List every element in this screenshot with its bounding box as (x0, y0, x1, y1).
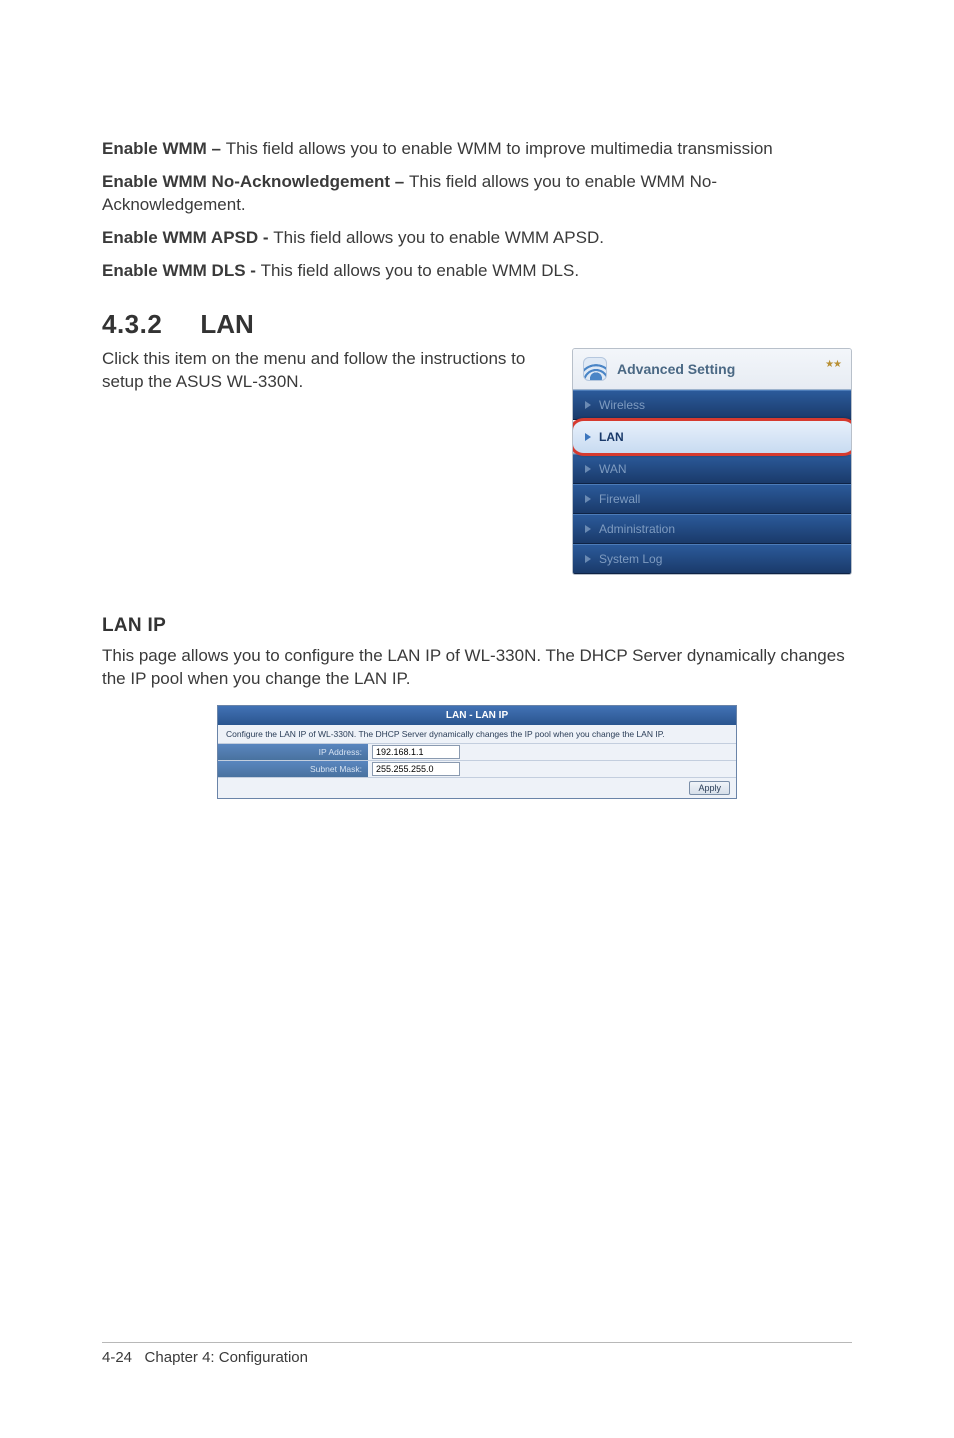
lanip-panel-title: LAN - LAN IP (218, 706, 736, 725)
subnet-mask-input[interactable] (372, 762, 460, 776)
def-1: Enable WMM – This field allows you to en… (102, 138, 852, 161)
apply-button[interactable]: Apply (689, 781, 730, 795)
page-footer: 4-24 Chapter 4: Configuration (102, 1342, 852, 1366)
menu-item-label: LAN (599, 430, 624, 444)
chevron-right-icon (585, 465, 591, 473)
menu-header: Advanced Setting ★★ (573, 349, 851, 389)
def-4-term: Enable WMM DLS - (102, 261, 261, 280)
section-heading: 4.3.2 LAN (102, 309, 852, 340)
lanip-heading: LAN IP (102, 615, 852, 637)
section-title: LAN (200, 309, 253, 340)
def-2: Enable WMM No-Acknowledgement – This fie… (102, 171, 852, 217)
chevron-right-icon (585, 555, 591, 563)
menu-item-label: System Log (599, 552, 662, 566)
def-1-desc: This field allows you to enable WMM to i… (226, 139, 773, 158)
chevron-right-icon (585, 495, 591, 503)
lanip-subnet-value-cell (368, 762, 736, 776)
menu-item-label: Administration (599, 522, 675, 536)
chevron-right-icon (585, 401, 591, 409)
menu-header-title: Advanced Setting (617, 361, 735, 377)
lanip-apply-row: Apply (218, 778, 736, 798)
lanip-ip-value-cell (368, 745, 736, 759)
menu-item-firewall[interactable]: Firewall (573, 484, 851, 514)
lanip-ip-label: IP Address: (218, 744, 368, 760)
menu-item-wan[interactable]: WAN (573, 454, 851, 484)
menu-item-lan[interactable]: LAN (573, 420, 851, 454)
def-3-term: Enable WMM APSD - (102, 228, 273, 247)
def-3-desc: This field allows you to enable WMM APSD… (273, 228, 604, 247)
lanip-panel: LAN - LAN IP Configure the LAN IP of WL-… (217, 705, 737, 799)
stars-icon: ★★ (825, 359, 841, 370)
def-4: Enable WMM DLS - This field allows you t… (102, 260, 852, 283)
footer-page: 4-24 (102, 1349, 132, 1366)
lanip-subnet-label: Subnet Mask: (218, 761, 368, 777)
footer-chapter: Chapter 4: Configuration (145, 1349, 308, 1366)
menu-item-label: Wireless (599, 398, 645, 412)
def-3: Enable WMM APSD - This field allows you … (102, 227, 852, 250)
chevron-right-icon (585, 525, 591, 533)
menu-item-administration[interactable]: Administration (573, 514, 851, 544)
def-1-term: Enable WMM – (102, 139, 226, 158)
menu-item-wireless[interactable]: Wireless (573, 390, 851, 420)
wifi-icon (583, 357, 607, 381)
menu-item-system-log[interactable]: System Log (573, 544, 851, 574)
menu-list: Wireless LAN WAN Firewall Administration… (573, 389, 851, 574)
lanip-row-subnet: Subnet Mask: (218, 761, 736, 778)
advanced-setting-menu: Advanced Setting ★★ Wireless LAN WAN Fir… (572, 348, 852, 575)
menu-item-label: WAN (599, 462, 627, 476)
lanip-panel-desc: Configure the LAN IP of WL-330N. The DHC… (218, 725, 736, 744)
section-number: 4.3.2 (102, 309, 162, 340)
def-4-desc: This field allows you to enable WMM DLS. (261, 261, 579, 280)
section-intro: Click this item on the menu and follow t… (102, 348, 550, 394)
ip-address-input[interactable] (372, 745, 460, 759)
lanip-row-ip: IP Address: (218, 744, 736, 761)
menu-item-label: Firewall (599, 492, 640, 506)
lanip-paragraph: This page allows you to configure the LA… (102, 645, 852, 691)
def-2-term: Enable WMM No-Acknowledgement – (102, 172, 409, 191)
chevron-right-icon (585, 433, 591, 441)
